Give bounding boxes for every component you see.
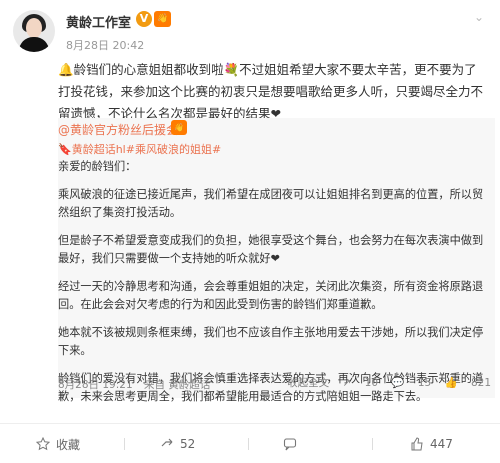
toolbar-separator: [248, 438, 249, 450]
verified-icon: V: [136, 11, 152, 27]
repost-paragraph: 乘风破浪的征途已接近尾声，我们希望在成团夜可以让姐姐排名到更高的位置，所以贸然组…: [58, 188, 484, 219]
action-toolbar: 收藏 52 447: [0, 424, 500, 463]
author-name[interactable]: 黄龄工作室: [66, 12, 131, 31]
repost-paragraph: 她本就不该被规则条框束缚，我们也不应该自作主张地用爱去干涉她，所以我们决定停下来…: [58, 326, 484, 357]
favorite-label: 收藏: [56, 437, 81, 452]
post-content: 🔔龄铛们的心意姐姐都收到啦💐不过姐姐希望大家不要太辛苦，更不要为了打投花钱，来参…: [58, 62, 484, 121]
repost-actions: 收起全文 ↗ 10 💬 15 👍 821: [277, 375, 491, 390]
toolbar-separator: [372, 438, 373, 450]
thumbs-up-icon: [410, 437, 424, 451]
star-icon: [35, 436, 51, 451]
repost-badge: 👋: [171, 120, 187, 135]
like-count: 447: [430, 437, 453, 451]
repost-share-button[interactable]: ↗ 10: [343, 377, 379, 389]
favorite-button[interactable]: 收藏: [35, 434, 81, 454]
avatar[interactable]: [13, 10, 55, 52]
repost-comment-button[interactable]: 💬 15: [391, 377, 431, 389]
comment-icon: [283, 437, 297, 451]
post-time[interactable]: 8月28日 20:42: [66, 37, 144, 53]
reposted-weibo: @黄龄官方粉丝后援会 👋 🔖黄龄超话hl#乘风破浪的姐姐# 亲爱的龄铛们： 乘风…: [58, 118, 495, 403]
repost-meta: 8月28日 19:21 来自 黄龄超话: [58, 377, 218, 392]
chevron-down-icon[interactable]: ⌄: [474, 10, 488, 24]
repost-share-count: 10: [364, 377, 379, 389]
repost-paragraph: 但是龄子不希望爱意变成我们的负担，她很享受这个舞台，也会努力在每次表演中做到最好…: [58, 234, 484, 265]
collapse-full-text-link[interactable]: 收起全文: [287, 377, 329, 389]
repost-like-count: 821: [470, 377, 491, 389]
repost-paragraph: 经过一天的冷静思考和沟通，会会尊重姐姐的决定，关闭此次集资，所有资金将原路退回。…: [58, 280, 484, 311]
repost-paragraph: 亲爱的龄铛们：: [58, 160, 137, 173]
repost-like-button[interactable]: 👍 821: [445, 377, 491, 389]
repost-count: 52: [180, 437, 196, 451]
comment-button[interactable]: [283, 434, 303, 454]
repost-icon: [160, 437, 174, 451]
repost-date[interactable]: 8月28日 19:21: [58, 379, 133, 391]
post-header: 黄龄工作室 V 👋 8月28日 20:42 ⌄: [0, 0, 500, 56]
repost-button[interactable]: 52: [160, 434, 195, 454]
repost-author[interactable]: @黄龄官方粉丝后援会: [58, 121, 178, 138]
repost-tags[interactable]: 🔖黄龄超话hl#乘风破浪的姐姐#: [58, 141, 221, 157]
toolbar-separator: [124, 438, 125, 450]
like-button[interactable]: 447: [410, 434, 453, 454]
vip-badge: 👋: [154, 11, 172, 27]
repost-source[interactable]: 来自 黄龄超话: [144, 379, 210, 391]
repost-comment-count: 15: [417, 377, 432, 389]
